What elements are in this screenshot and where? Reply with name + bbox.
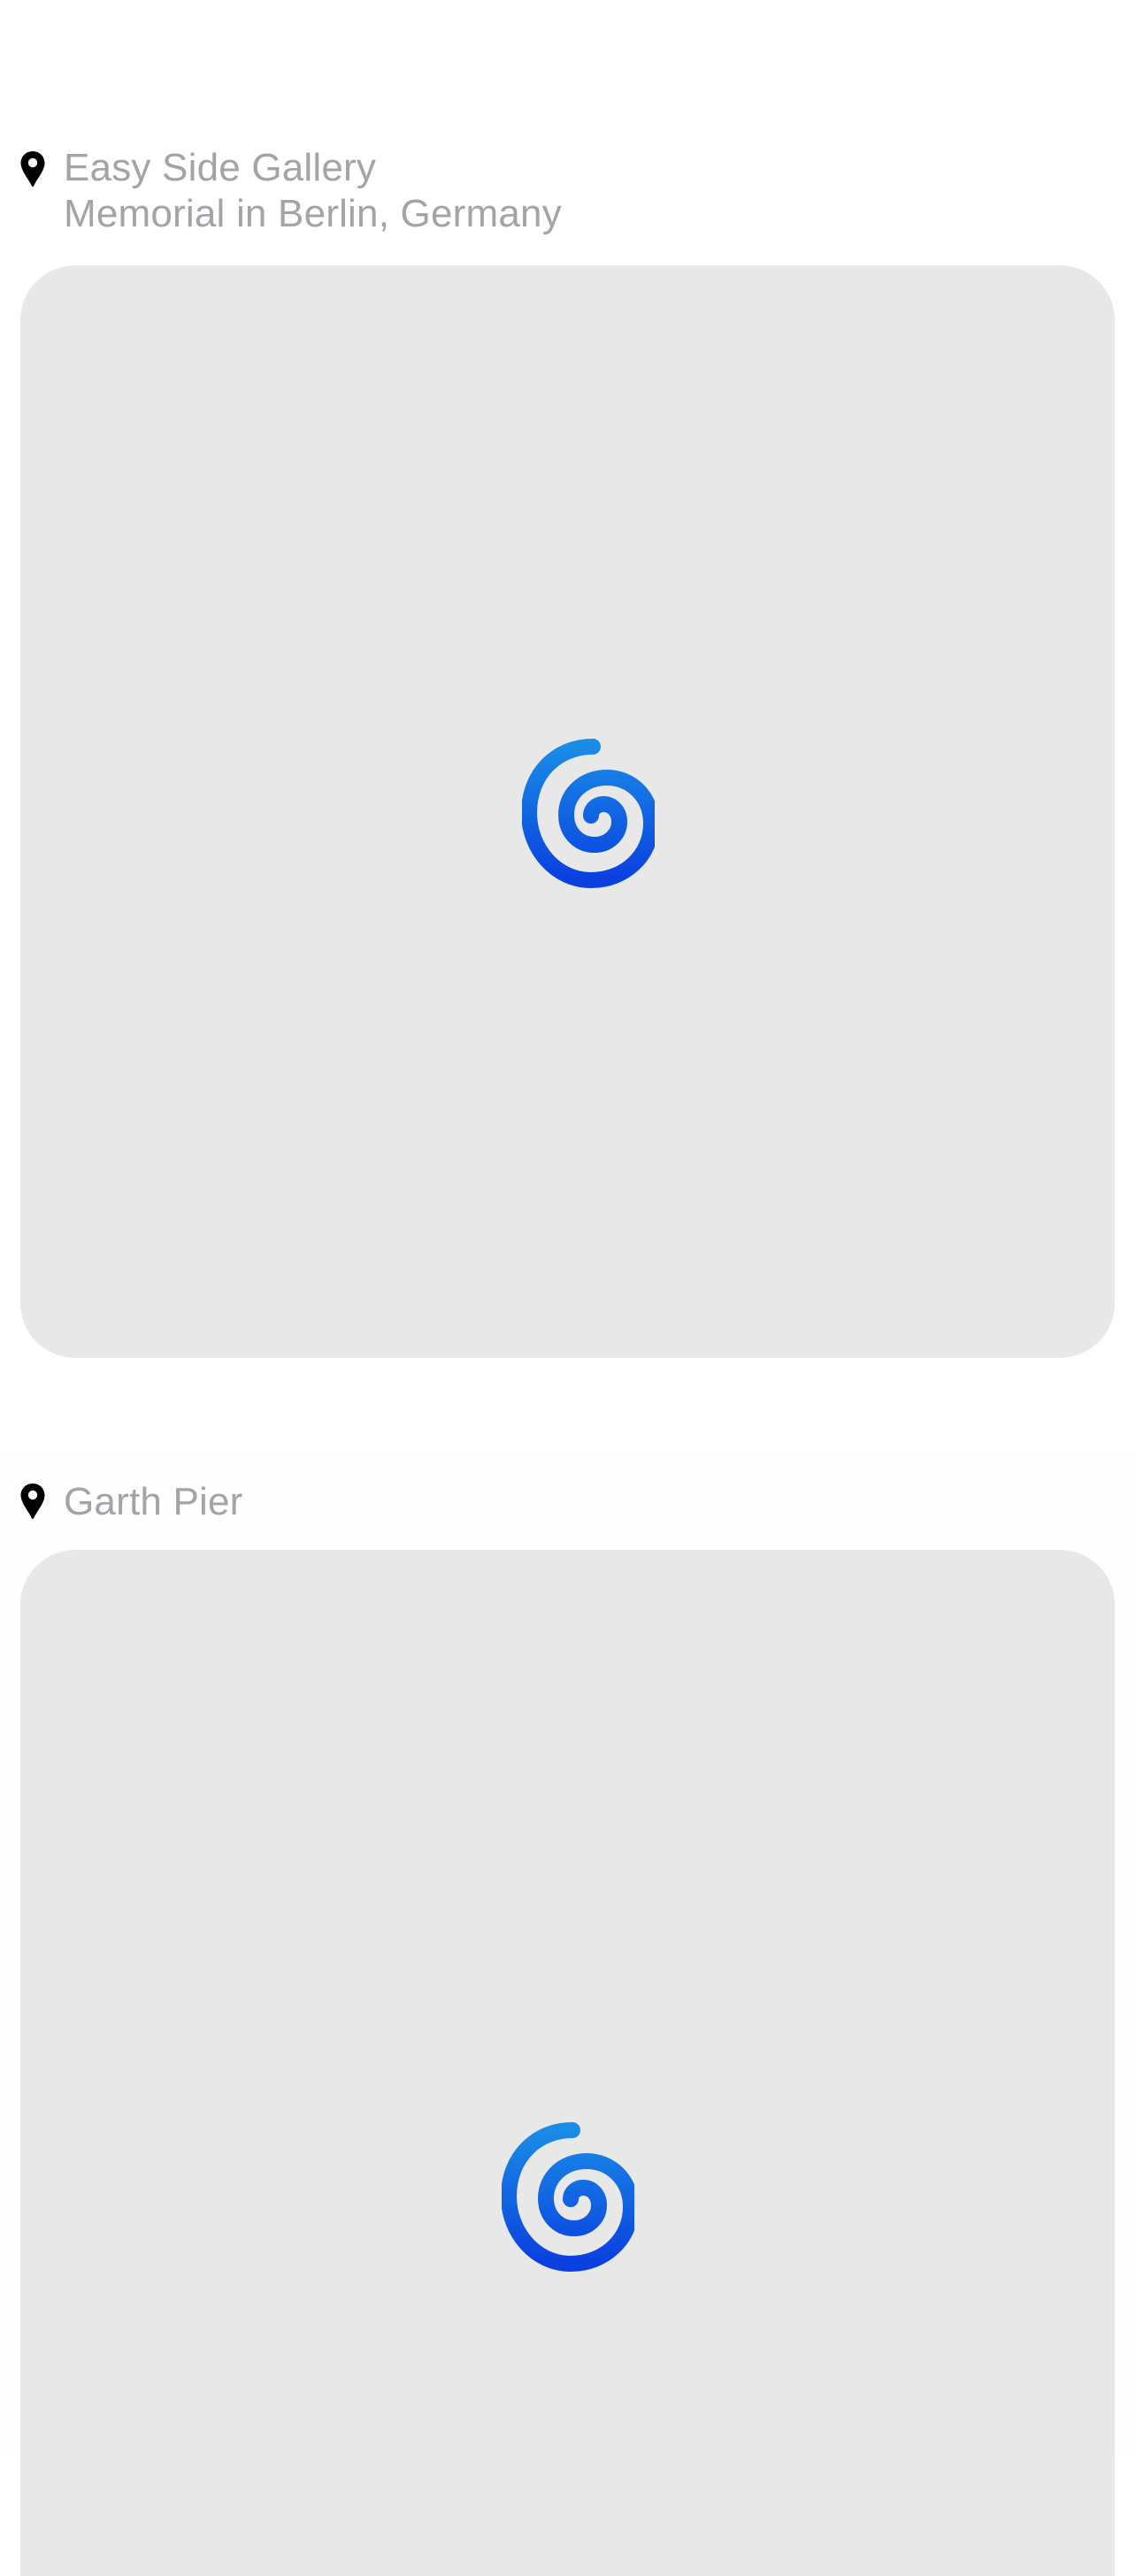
location-row[interactable]: Garth Pier [0, 1476, 1136, 1529]
location-subtitle: Memorial in Berlin, Germany [64, 192, 562, 235]
map-pin-icon [20, 1484, 45, 1519]
spiral-loading-icon [522, 739, 655, 889]
media-placeholder[interactable] [20, 1550, 1115, 2576]
feed-post: Easy Side Gallery Memorial in Berlin, Ge… [0, 0, 1136, 1380]
location-name[interactable]: Garth Pier [64, 1479, 243, 1525]
media-placeholder[interactable] [20, 265, 1115, 1358]
feed-post: Garth Pier [0, 1451, 1136, 2576]
map-pin-icon [20, 151, 45, 187]
location-row[interactable]: Easy Side Gallery Memorial in Berlin, Ge… [0, 145, 1136, 242]
location-name[interactable]: Easy Side Gallery [64, 145, 376, 191]
spiral-loading-icon [502, 2122, 634, 2273]
